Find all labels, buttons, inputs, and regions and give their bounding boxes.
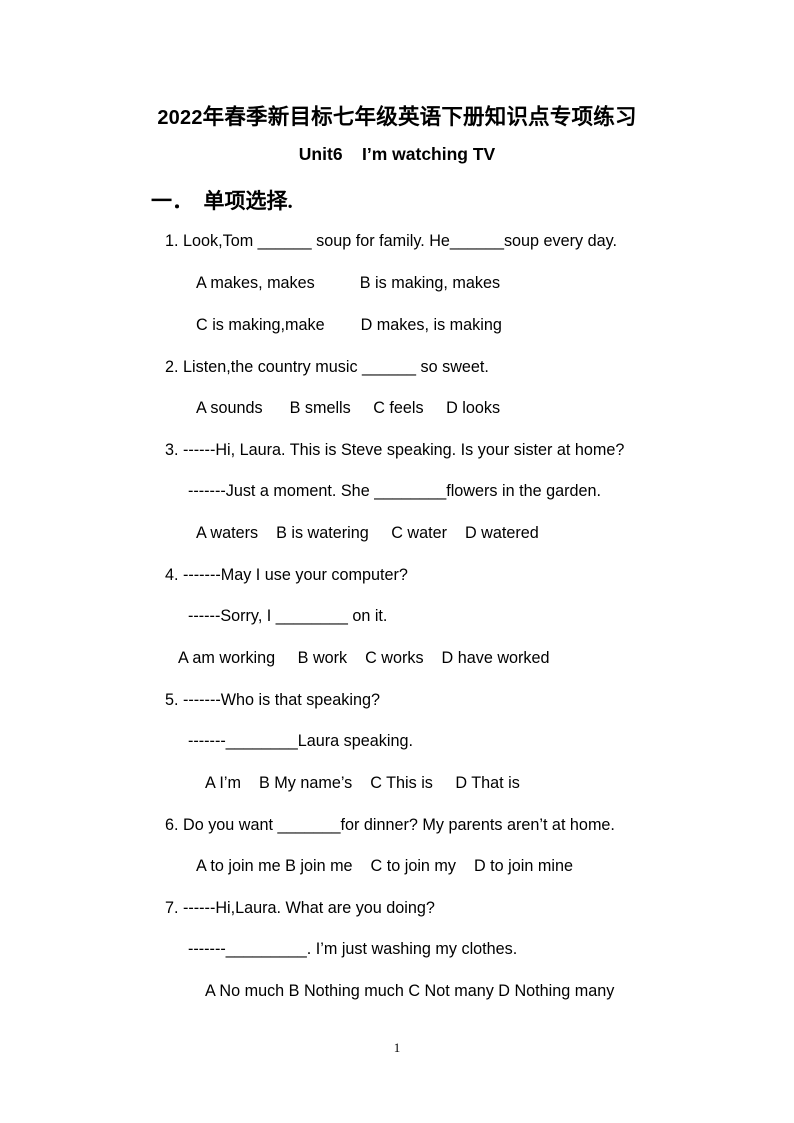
- question-5-option-row-1[interactable]: A I’m B My name’s C This is D That is: [205, 774, 520, 793]
- question-6-stem: 6. Do you want _______for dinner? My par…: [165, 816, 615, 834]
- question-2-option-row-1[interactable]: A sounds B smells C feels D looks: [196, 399, 500, 418]
- question-7-reply: -------_________. I’m just washing my cl…: [188, 940, 518, 958]
- unit-heading: Unit6 I’m watching TV: [298, 144, 496, 164]
- question-6-option-row-1[interactable]: A to join me B join me C to join my D to…: [196, 857, 573, 876]
- question-4-reply: ------Sorry, I ________ on it.: [188, 607, 388, 625]
- question-2-stem: 2. Listen,the country music ______ so sw…: [165, 358, 489, 376]
- document-title: 2022年春季新目标七年级英语下册知识点专项练习: [0, 100, 794, 131]
- question-1-option-row-1[interactable]: A makes, makes B is making, makes: [196, 274, 500, 293]
- question-5-reply: -------________Laura speaking.: [188, 732, 413, 750]
- document-title-text: 年春季新目标七年级英语下册知识点专项练习: [202, 105, 637, 129]
- question-1-option-row-2[interactable]: C is making,make D makes, is making: [196, 316, 502, 335]
- question-3-stem: 3. ------Hi, Laura. This is Steve speaki…: [165, 441, 625, 459]
- document-page: 2022年春季新目标七年级英语下册知识点专项练习 Unit6 I’m watch…: [0, 0, 794, 1123]
- question-1-stem: 1. Look,Tom ______ soup for family. He__…: [165, 232, 618, 250]
- page-number: 1: [393, 1040, 401, 1055]
- question-7-stem: 7. ------Hi,Laura. What are you doing?: [165, 899, 435, 917]
- question-5-stem: 5. -------Who is that speaking?: [165, 691, 380, 709]
- section-heading-multiple-choice: 一． 单项选择.: [151, 189, 293, 213]
- question-4-stem: 4. -------May I use your computer?: [165, 566, 408, 584]
- question-3-option-row-1[interactable]: A waters B is watering C water D watered: [196, 524, 539, 543]
- question-4-option-row-1[interactable]: A am working B work C works D have worke…: [178, 649, 550, 668]
- question-7-option-row-1[interactable]: A No much B Nothing much C Not many D No…: [205, 982, 614, 1001]
- document-title-year: 2022: [157, 107, 203, 129]
- question-3-reply: -------Just a moment. She ________flower…: [188, 482, 601, 500]
